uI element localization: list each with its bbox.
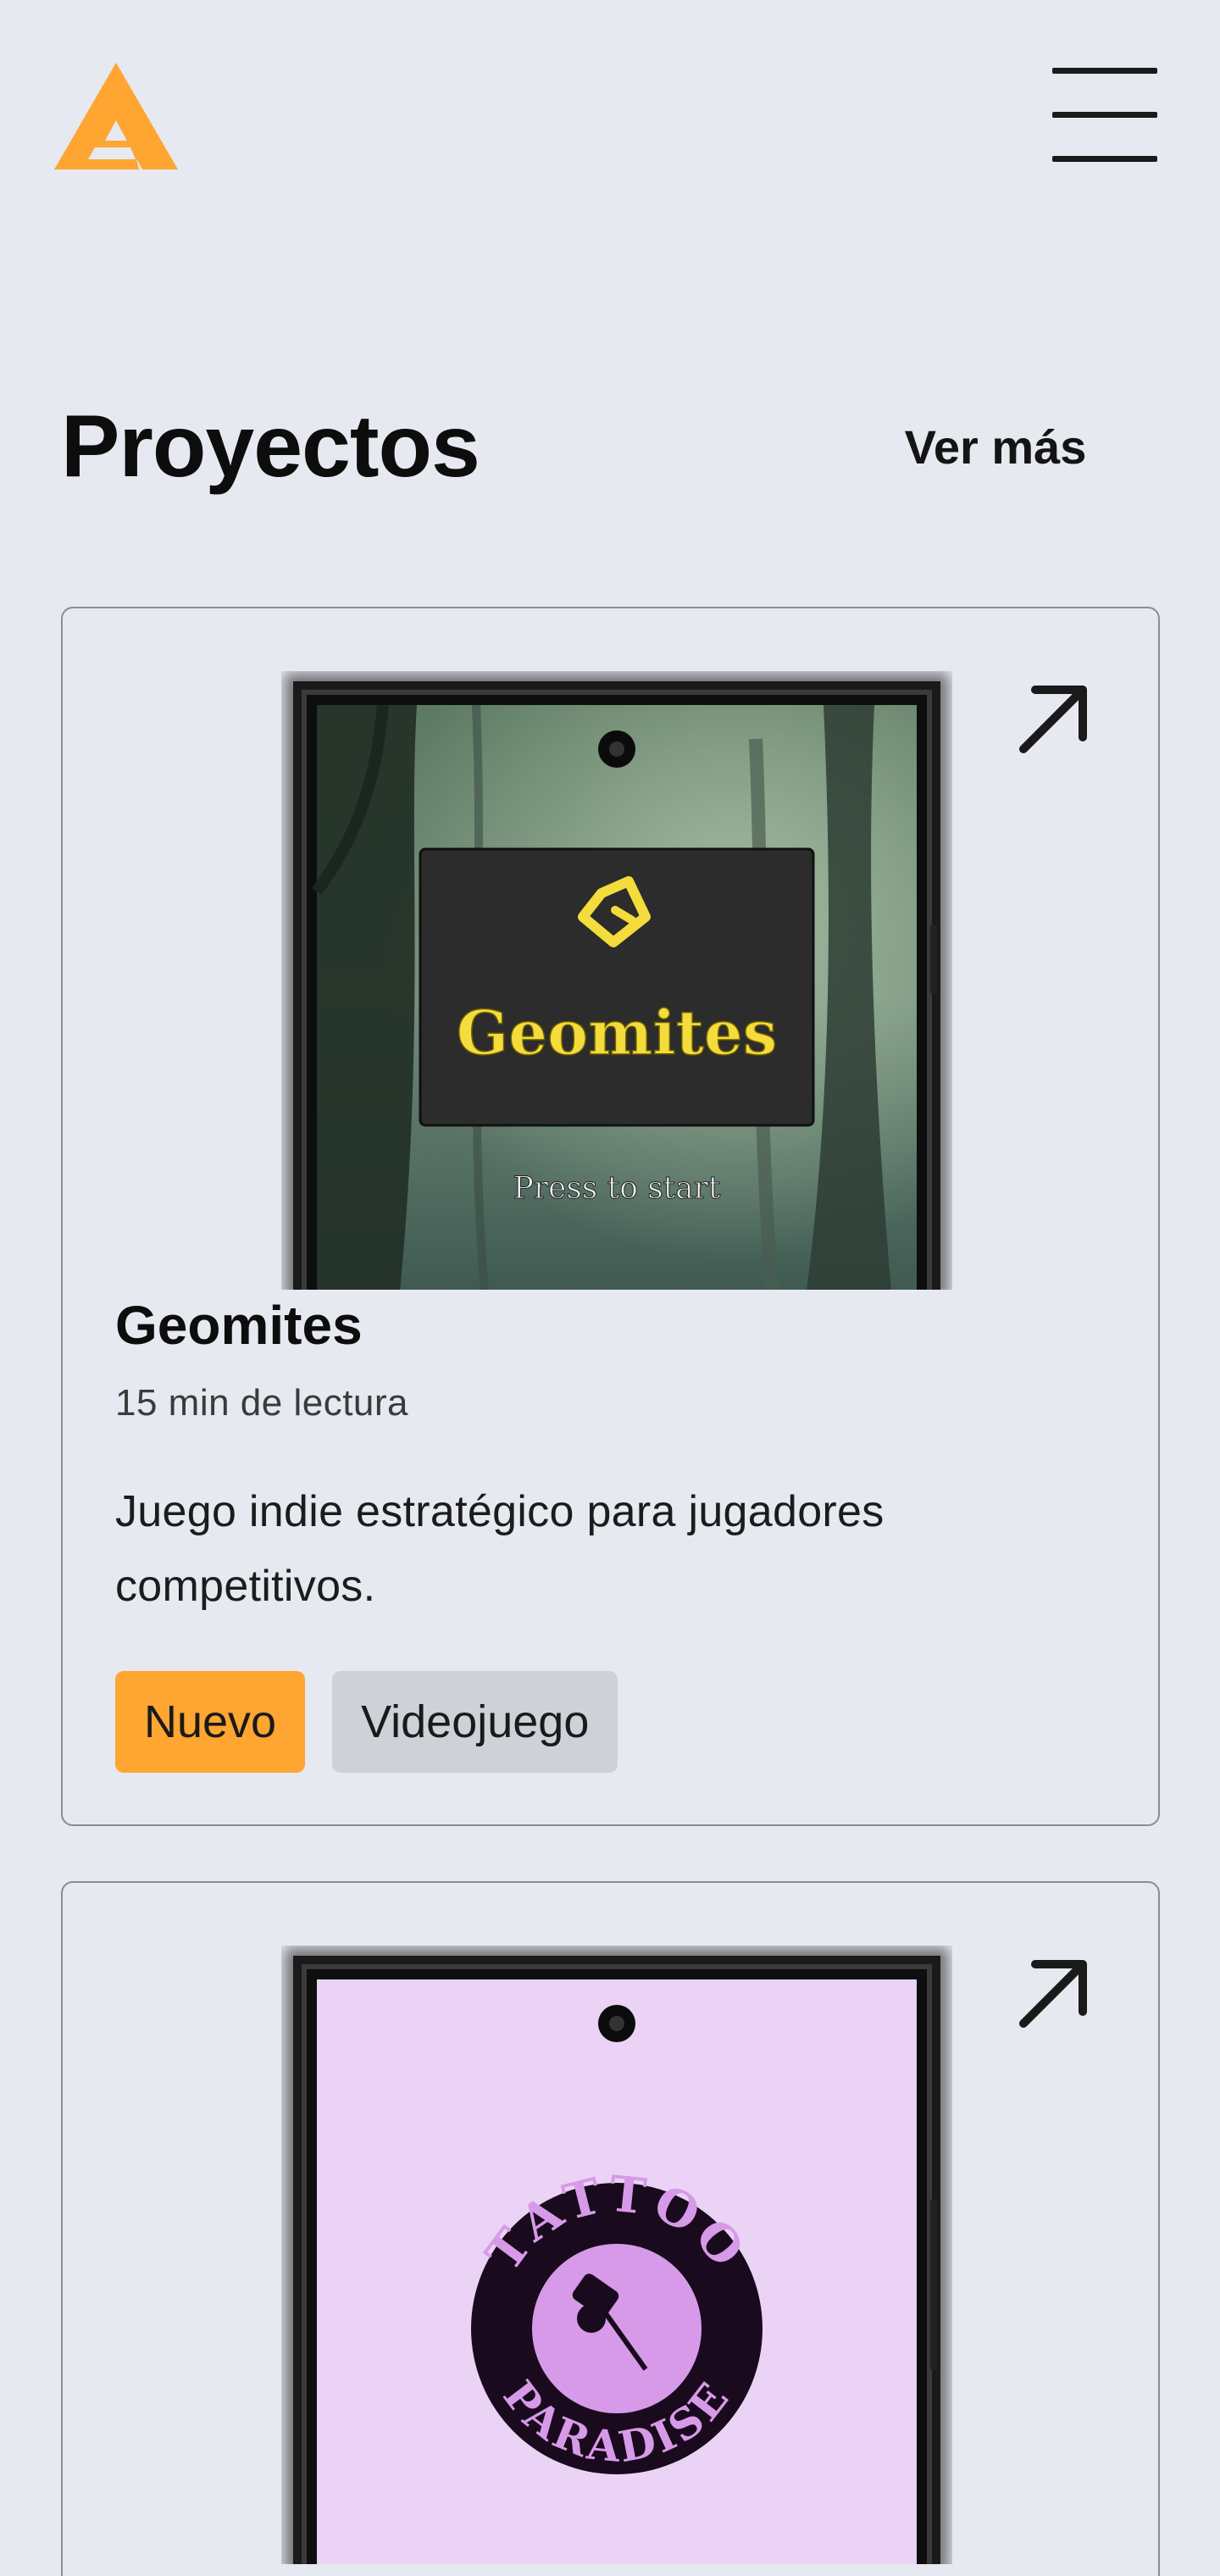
game-start-prompt: Press to start — [513, 1171, 721, 1206]
brand-a-logo-icon[interactable] — [54, 59, 178, 169]
project-title[interactable]: Geomites — [115, 1291, 363, 1359]
game-logo-text: Geomites — [457, 997, 777, 1069]
project-phone-mockup[interactable]: Geomites Press to start — [281, 671, 952, 1290]
site-header — [0, 0, 1220, 237]
menu-line — [1052, 156, 1157, 162]
project-description: Juego indie estratégico para jugadores c… — [115, 1487, 884, 1611]
hamburger-menu-icon[interactable] — [1049, 66, 1159, 164]
project-card[interactable]: Geomites Press to start Geomites 15 min … — [61, 607, 1160, 1826]
section-title: Proyectos — [61, 397, 480, 496]
arrow-up-right-icon[interactable] — [1010, 675, 1098, 763]
menu-line — [1052, 68, 1157, 74]
project-phone-mockup[interactable]: TATTOO PARADISE — [281, 1946, 952, 2564]
tag-list: Nuevo Videojuego — [115, 1671, 618, 1773]
see-more-link[interactable]: Ver más — [881, 414, 1110, 481]
read-time: 15 min de lectura — [115, 1382, 409, 1424]
page: Proyectos Ver más Geomites Press to star… — [0, 0, 1220, 2576]
tag-new: Nuevo — [115, 1671, 306, 1773]
arrow-up-right-icon[interactable] — [1010, 1949, 1098, 2037]
menu-line — [1052, 112, 1157, 118]
tag-category: Videojuego — [332, 1671, 618, 1773]
project-card[interactable]: TATTOO PARADISE — [61, 1881, 1160, 2576]
